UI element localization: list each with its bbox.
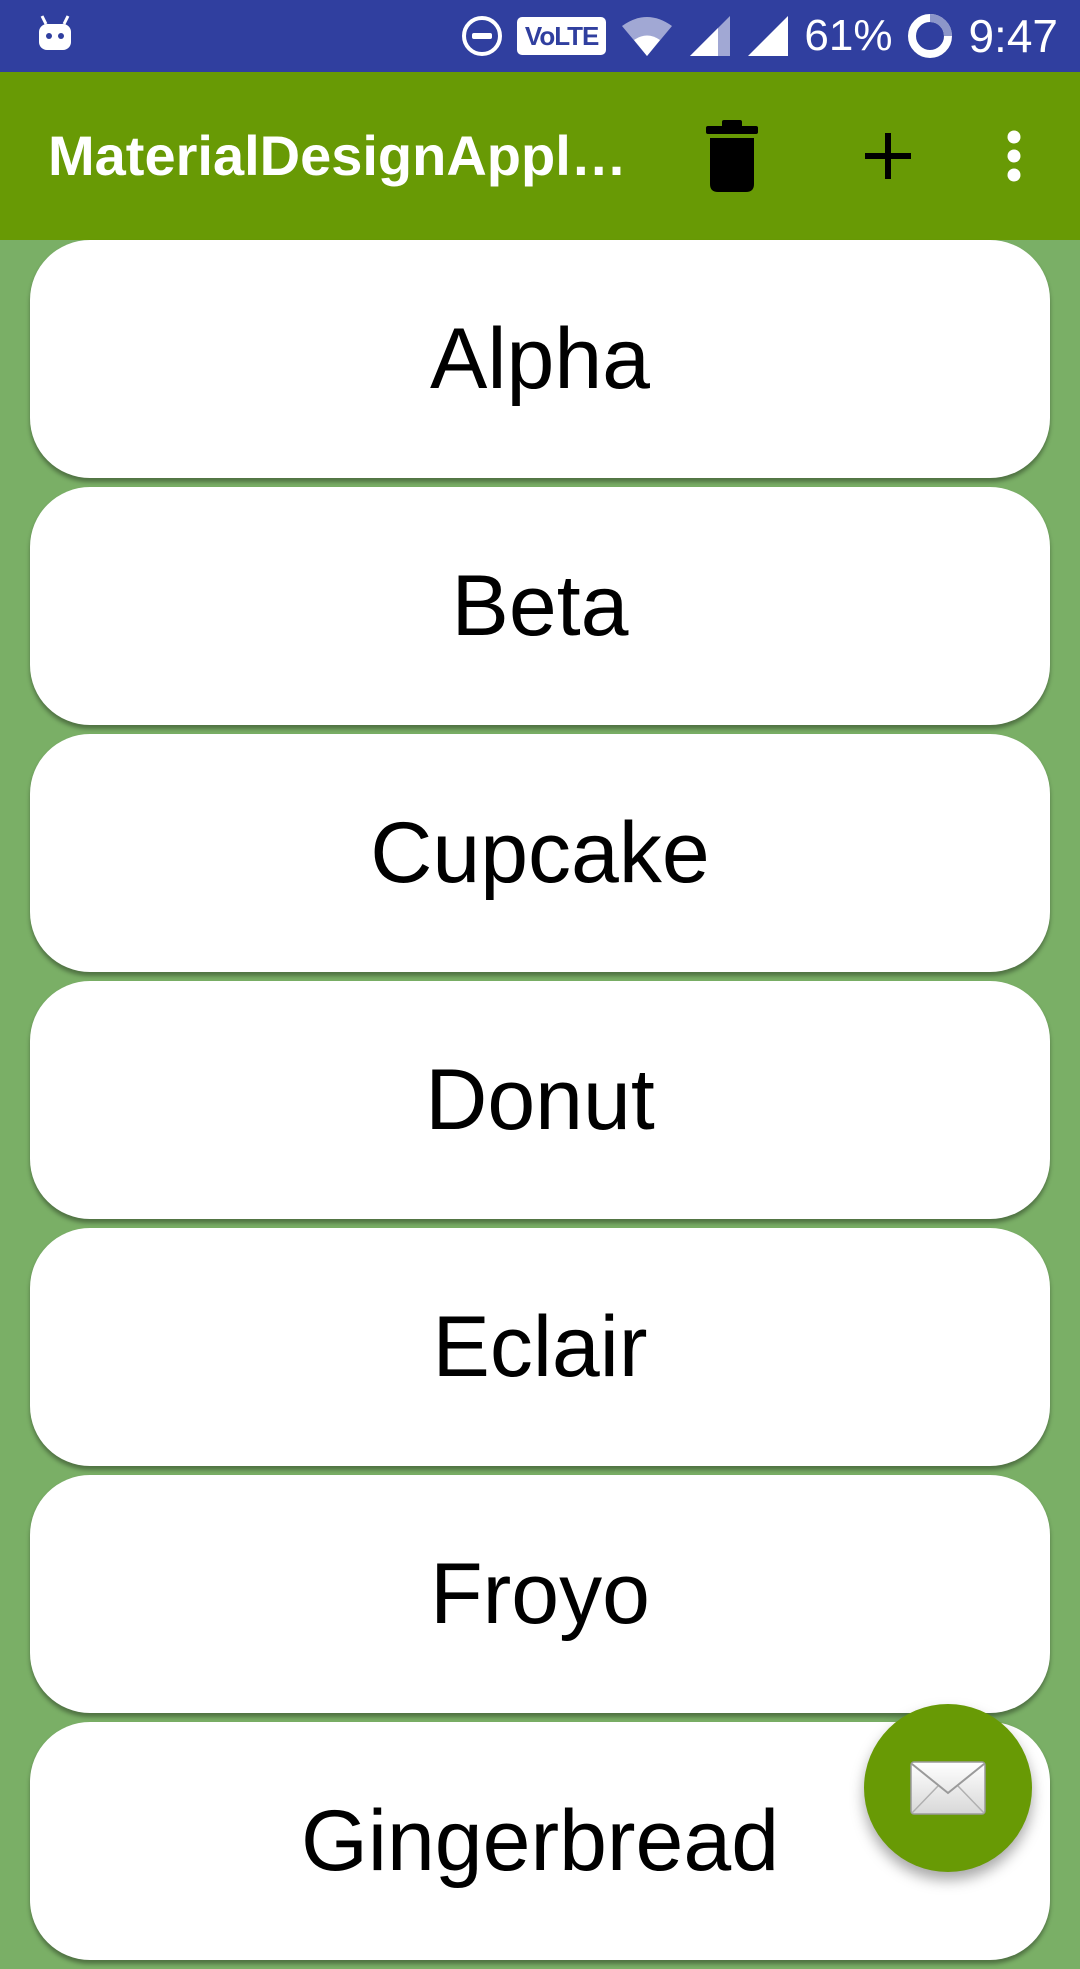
cell-signal-icon — [690, 16, 731, 56]
status-icons: VoLTE 61% 9:47 — [461, 0, 1058, 72]
list-item[interactable]: Beta — [30, 487, 1050, 725]
list-item[interactable]: Alpha — [30, 240, 1050, 478]
email-icon — [910, 1761, 986, 1815]
list-item[interactable]: Donut — [30, 981, 1050, 1219]
wifi-icon — [622, 17, 673, 56]
app-bar: MaterialDesignAppl… — [0, 72, 1080, 240]
list-item-label: Beta — [451, 557, 629, 654]
battery-saver-icon — [908, 14, 953, 58]
list-item-label: Alpha — [430, 310, 650, 407]
cell-signal-icon — [748, 16, 789, 56]
list-item-label: Gingerbread — [300, 1792, 780, 1889]
add-icon — [865, 133, 911, 179]
add-button[interactable] — [846, 72, 930, 240]
more-vert-icon — [1007, 130, 1021, 182]
list-item[interactable]: Cupcake — [30, 734, 1050, 972]
volte-icon: VoLTE — [516, 17, 607, 55]
battery-percentage: 61% — [804, 11, 893, 60]
status-bar: VoLTE 61% 9:47 — [0, 0, 1080, 72]
do-not-disturb-icon — [461, 16, 502, 56]
app-title: MaterialDesignAppl… — [48, 124, 627, 187]
list-item-label: Cupcake — [370, 804, 710, 901]
list-item[interactable]: Froyo — [30, 1475, 1050, 1713]
list-item-label: Eclair — [432, 1298, 648, 1395]
list-item-label: Froyo — [430, 1545, 650, 1642]
list-item[interactable]: Eclair — [30, 1228, 1050, 1466]
delete-button[interactable] — [690, 72, 774, 240]
overflow-menu-button[interactable] — [984, 72, 1044, 240]
item-list: Alpha Beta Cupcake Donut Eclair Froyo Gi… — [30, 240, 1050, 1969]
clock: 9:47 — [968, 10, 1058, 62]
android-notification-icon — [39, 15, 71, 50]
delete-icon — [706, 120, 758, 192]
email-fab-button[interactable] — [864, 1704, 1032, 1872]
list-item-label: Donut — [425, 1051, 655, 1148]
